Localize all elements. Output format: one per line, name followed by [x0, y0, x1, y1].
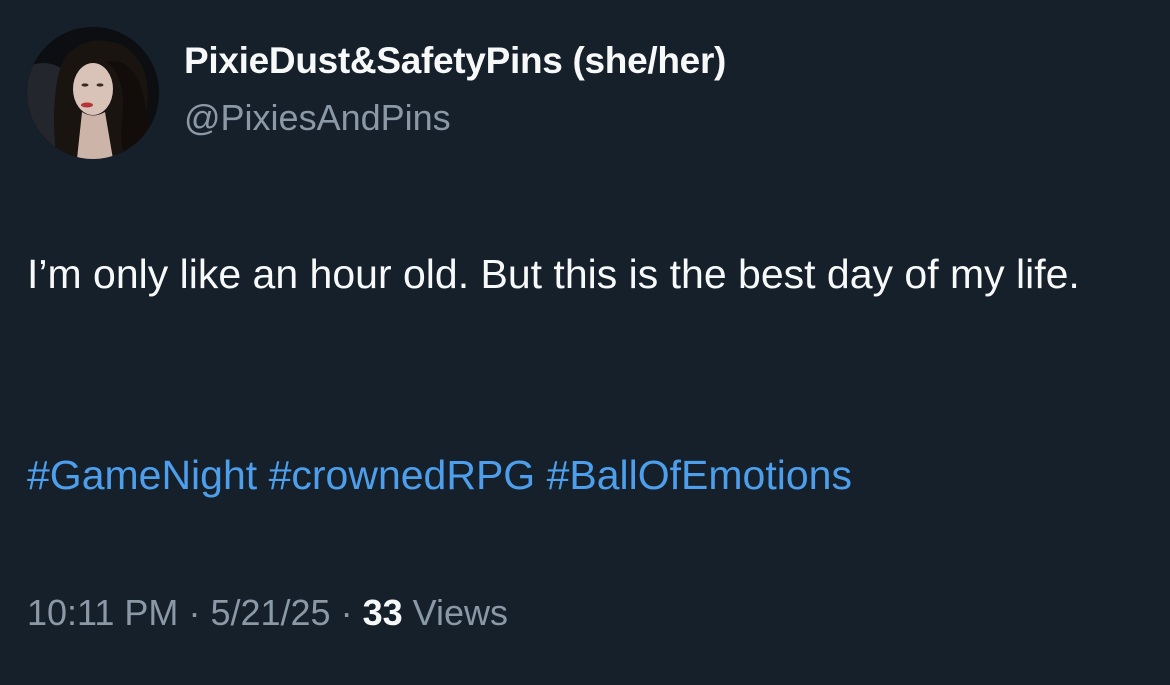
- views-count[interactable]: 33: [363, 592, 403, 633]
- views-label[interactable]: Views: [413, 592, 508, 633]
- avatar[interactable]: [27, 27, 159, 159]
- tweet: PixieDust&SafetyPins (she/her) @PixiesAn…: [0, 0, 1170, 685]
- meta-separator: ·: [340, 592, 353, 633]
- tweet-date[interactable]: 5/21/25: [210, 592, 330, 633]
- author-display-name[interactable]: PixieDust&SafetyPins (she/her): [184, 40, 726, 82]
- author-handle[interactable]: @PixiesAndPins: [184, 97, 451, 139]
- meta-separator: ·: [188, 592, 201, 633]
- hashtag-list: #GameNight #crownedRPG #BallOfEmotions: [27, 447, 852, 503]
- hashtag-link[interactable]: #BallOfEmotions: [547, 452, 852, 498]
- avatar-photo: [27, 27, 159, 159]
- tweet-text: I’m only like an hour old. But this is t…: [27, 251, 1080, 297]
- hashtag-link[interactable]: #GameNight: [27, 452, 257, 498]
- tweet-time[interactable]: 10:11 PM: [27, 592, 178, 633]
- hashtag-link[interactable]: #crownedRPG: [269, 452, 536, 498]
- tweet-meta: 10:11 PM · 5/21/25 · 33 Views: [27, 590, 508, 636]
